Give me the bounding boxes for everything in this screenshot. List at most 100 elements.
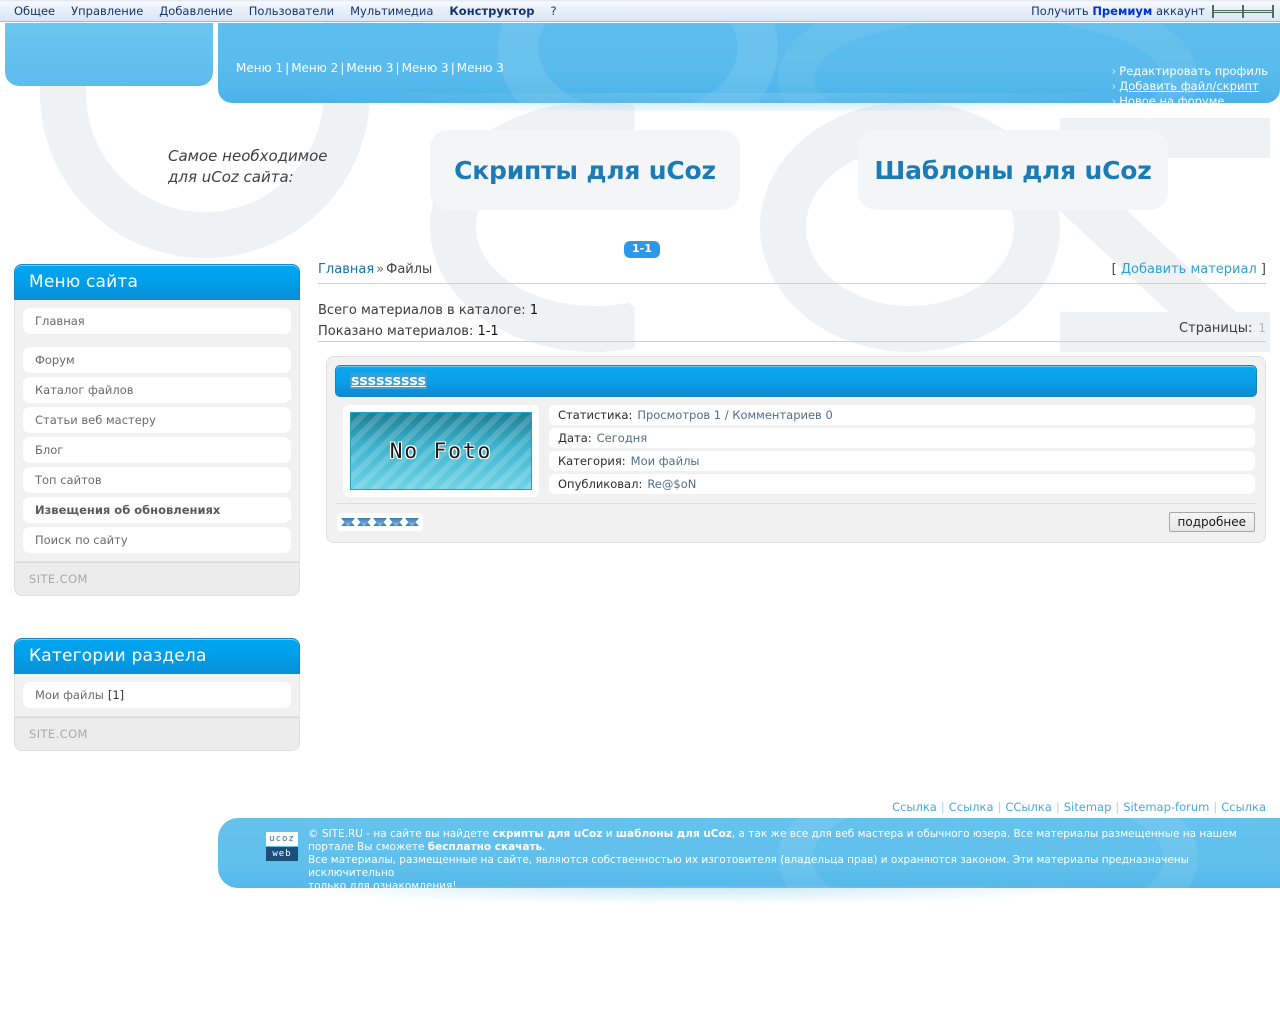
footer-text-line2: портале Вы сможете бесплатно скачать.	[308, 841, 1260, 854]
header-nav-item-4[interactable]: Меню 3	[402, 61, 449, 75]
sidebar-block-categories: Категории раздела Мои файлы[1] SITE.COM	[14, 638, 300, 751]
sidebar-item-poisk[interactable]: Поиск по сайту	[23, 527, 291, 553]
footer-text: © SITE.RU - на сайте вы найдете скрипты …	[308, 828, 1260, 888]
footer-links: Ссылка|Ссылка|ССылка|Sitemap|Sitemap-for…	[892, 800, 1266, 814]
star-icon[interactable]	[373, 515, 387, 529]
admin-menu-item-upravlenie[interactable]: Управление	[63, 2, 151, 20]
site-header: Меню 1|Меню 2|Меню 3|Меню 3|Меню 3 ›Реда…	[0, 23, 1280, 111]
entry-title-link[interactable]: sssssssss	[350, 373, 427, 389]
user-link-add-file[interactable]: ›Добавить файл/скрипт	[1112, 79, 1268, 94]
premium-account-link[interactable]: Получить Премиум аккаунт	[1031, 4, 1205, 18]
promo-card-scripts[interactable]: Скрипты для uCoz	[430, 130, 740, 210]
star-icon[interactable]	[341, 515, 355, 529]
site-logo[interactable]	[5, 23, 213, 86]
sidebar-menu-title: Меню сайта	[29, 272, 138, 292]
footer-text-seg: .	[542, 841, 545, 853]
nav-sep-3: |	[394, 61, 402, 75]
slider-handle[interactable]	[1242, 5, 1244, 18]
sidebar-item-blog[interactable]: Блог	[23, 437, 291, 463]
sidebar-item-top-saytov[interactable]: Топ сайтов	[23, 467, 291, 493]
admin-slider-widget[interactable]	[1212, 5, 1274, 18]
footer-link-sitemap-forum[interactable]: Sitemap-forum	[1123, 800, 1209, 814]
info-value: Просмотров 1 / Комментариев 0	[632, 408, 832, 422]
footer-text-seg: портале Вы сможете	[308, 841, 428, 853]
info-value: Re@$oN	[642, 477, 696, 491]
breadcrumb-row: Главная»Файлы [ Добавить материал ]	[318, 262, 1266, 284]
admin-menu-item-konstruktor[interactable]: Конструктор	[441, 2, 542, 20]
info-value: Сегодня	[592, 431, 648, 445]
admin-menu-item-polzovateli[interactable]: Пользователи	[241, 2, 342, 20]
breadcrumb-current: Файлы	[386, 262, 432, 277]
total-materials: Всего материалов в каталоге: 1	[318, 300, 538, 321]
entry-main: No Foto Статистика:Просмотров 1 / Коммен…	[335, 397, 1257, 497]
promo-card-templates-label: Шаблоны для uCoz	[874, 156, 1151, 185]
footer-link-sitemap[interactable]: Sitemap	[1064, 800, 1112, 814]
sidebar-menu-body: Главная Форум Каталог файлов Статьи веб …	[14, 300, 300, 562]
info-row-statistics: Статистика:Просмотров 1 / Комментариев 0	[549, 405, 1255, 425]
ucoz-badge-bottom: web	[266, 847, 298, 861]
sidebar-categories-title: Категории раздела	[29, 646, 207, 666]
site-footer: ucoz web © SITE.RU - на сайте вы найдете…	[218, 818, 1280, 888]
header-nav-item-3[interactable]: Меню 3	[346, 61, 393, 75]
entry-title-bar: sssssssss	[335, 365, 1257, 397]
star-icon[interactable]	[357, 515, 371, 529]
admin-menu-item-help[interactable]: ?	[542, 2, 564, 20]
promo-card-templates[interactable]: Шаблоны для uCoz	[858, 130, 1168, 210]
premium-suffix: аккаунт	[1152, 4, 1205, 18]
add-material-link[interactable]: Добавить материал	[1121, 262, 1257, 277]
user-link-edit-profile[interactable]: ›Редактировать профиль	[1112, 64, 1268, 79]
read-more-button[interactable]: подробнее	[1169, 512, 1255, 532]
info-key: Статистика:	[558, 408, 632, 422]
entry-footer: подробнее	[335, 503, 1257, 534]
sidebar-categories-header: Категории раздела	[14, 638, 300, 674]
header-nav-item-1[interactable]: Меню 1	[236, 61, 283, 75]
stats-row: Всего материалов в каталоге: 1 Показано …	[318, 300, 1266, 342]
premium-prefix: Получить	[1031, 4, 1092, 18]
info-key: Категория:	[558, 454, 626, 468]
sidebar-block-menu: Меню сайта Главная Форум Каталог файлов …	[14, 264, 300, 596]
footer-text-line1: © SITE.RU - на сайте вы найдете скрипты …	[308, 828, 1260, 841]
stats-left: Всего материалов в каталоге: 1 Показано …	[318, 300, 538, 342]
sidebar-item-stati[interactable]: Статьи веб мастеру	[23, 407, 291, 433]
sidebar-menu-header: Меню сайта	[14, 264, 300, 300]
total-materials-value: 1	[530, 303, 538, 318]
sidebar-item-glavnaya[interactable]: Главная	[23, 308, 291, 334]
footer-sep: |	[1209, 800, 1221, 814]
sidebar-category-moi-fayly[interactable]: Мои файлы[1]	[23, 682, 291, 708]
breadcrumb-home[interactable]: Главная	[318, 262, 374, 277]
breadcrumb: Главная»Файлы	[318, 262, 432, 277]
footer-glow	[218, 886, 1280, 912]
footer-link-1[interactable]: Ссылка	[892, 800, 937, 814]
no-foto-image[interactable]: No Foto	[350, 412, 532, 490]
footer-link-2[interactable]: Ссылка	[949, 800, 994, 814]
ucoz-badge-top: ucoz	[266, 832, 298, 846]
admin-menu-item-dobavlenie[interactable]: Добавление	[151, 2, 240, 20]
ucoz-web-badge[interactable]: ucoz web	[266, 832, 298, 862]
sidebar-item-katalog-faylov[interactable]: Каталог файлов	[23, 377, 291, 403]
footer-sep: |	[1111, 800, 1123, 814]
footer-text-seg: и	[602, 828, 616, 840]
shown-materials-label: Показано материалов:	[318, 324, 473, 339]
header-nav-item-5[interactable]: Меню 3	[457, 61, 504, 75]
admin-menu-item-obshee[interactable]: Общее	[6, 2, 63, 20]
premium-bold: Премиум	[1092, 4, 1152, 18]
footer-text-line3: Все материалы, размещенные на сайте, явл…	[308, 854, 1260, 880]
header-nav: Меню 1|Меню 2|Меню 3|Меню 3|Меню 3	[236, 61, 504, 75]
slider-cap-left	[1212, 5, 1214, 18]
header-nav-item-2[interactable]: Меню 2	[291, 61, 338, 75]
star-icon[interactable]	[405, 515, 419, 529]
category-count: [1]	[104, 688, 124, 702]
pages-value[interactable]: 1	[1252, 321, 1266, 335]
promo-subtitle-line1: Самое необходимое	[168, 146, 328, 167]
star-icon[interactable]	[389, 515, 403, 529]
promo-banner: Самое необходимое для uCoz сайта: Скрипт…	[0, 120, 1280, 230]
sidebar-gap	[14, 596, 300, 638]
promo-card-scripts-label: Скрипты для uCoz	[454, 156, 716, 185]
footer-link-3[interactable]: ССылка	[1005, 800, 1051, 814]
sidebar-item-forum[interactable]: Форум	[23, 347, 291, 373]
admin-menu-item-multimedia[interactable]: Мультимедиа	[342, 2, 441, 20]
rating-stars[interactable]	[337, 513, 423, 531]
info-row-publisher: Опубликовал:Re@$oN	[549, 474, 1255, 494]
footer-link-6[interactable]: Ссылка	[1221, 800, 1266, 814]
sidebar-item-izvescheniya[interactable]: Извещения об обновлениях	[23, 497, 291, 523]
